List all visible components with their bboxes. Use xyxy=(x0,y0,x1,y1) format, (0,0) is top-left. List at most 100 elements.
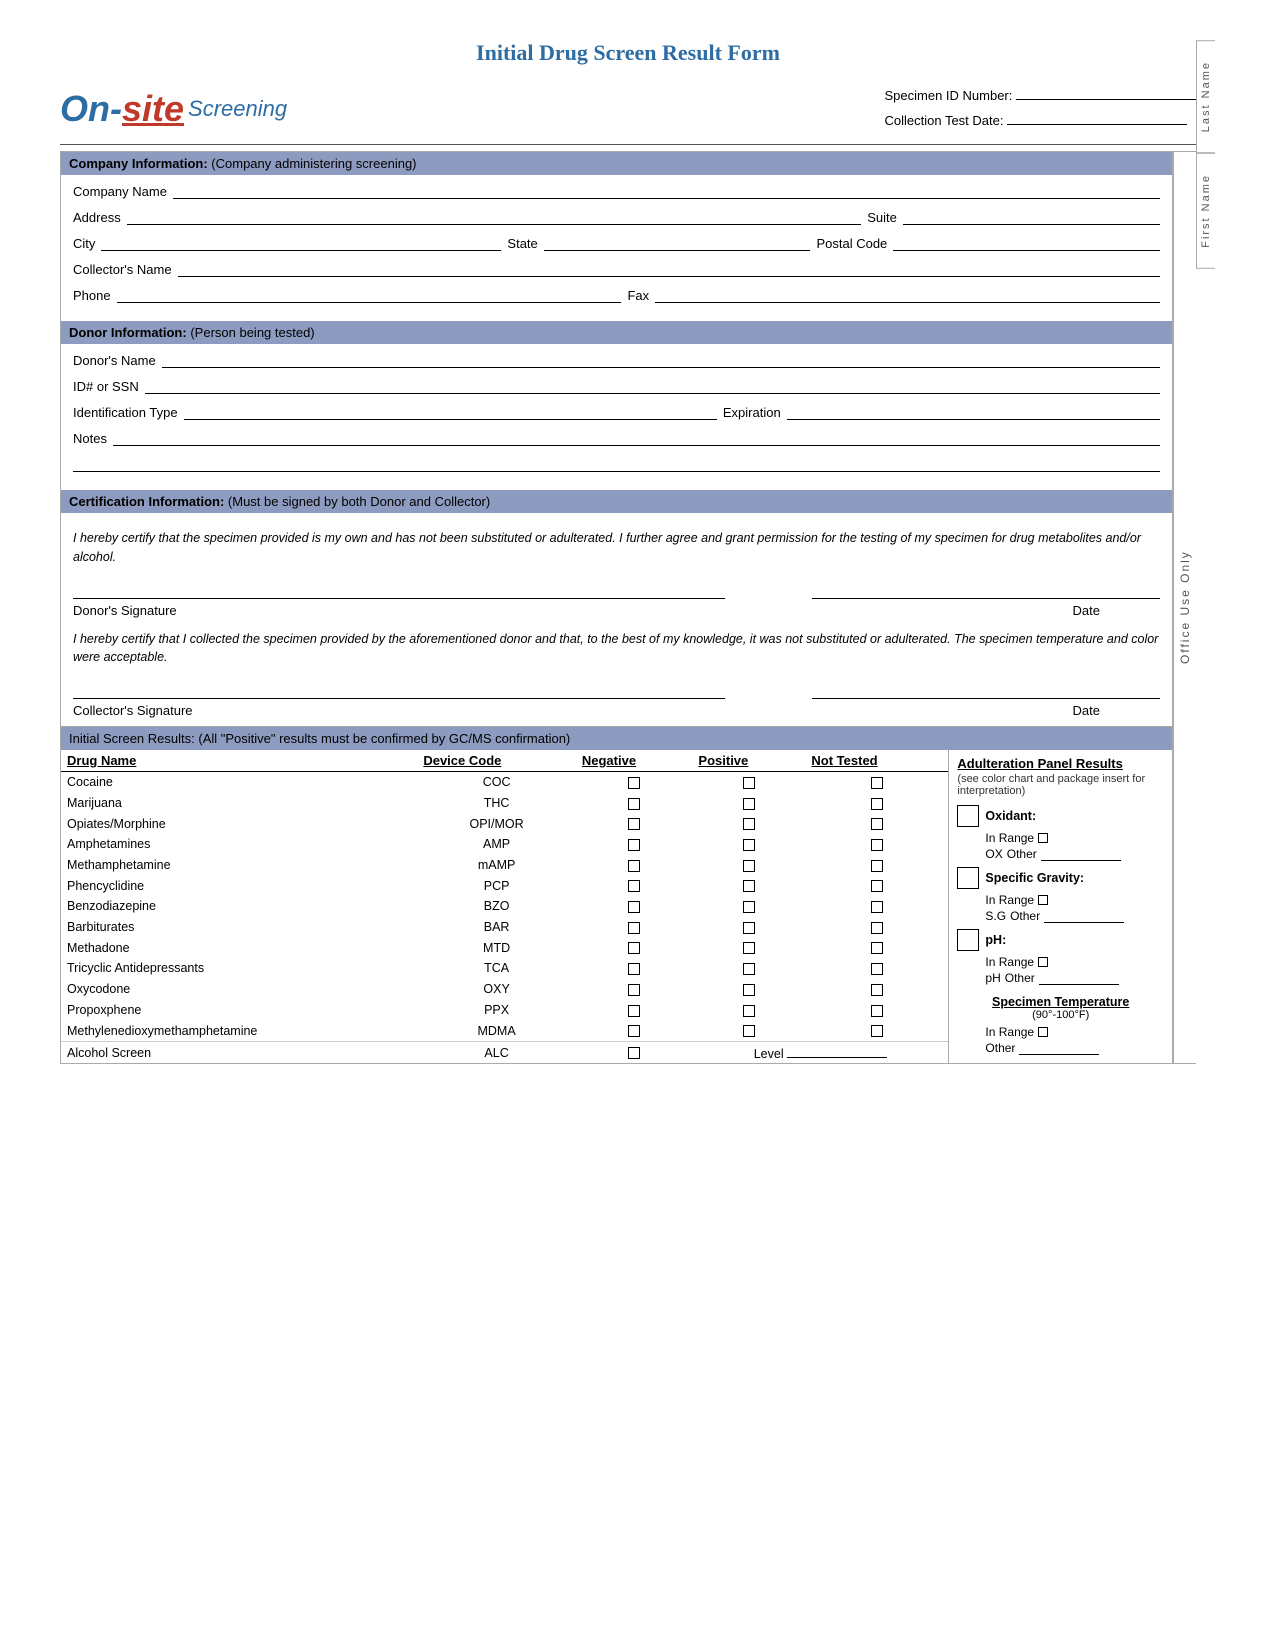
donors-name-row: Donor's Name xyxy=(73,352,1160,368)
negative-checkbox[interactable] xyxy=(576,958,693,979)
logo-site: site xyxy=(122,88,184,129)
not-tested-checkbox[interactable] xyxy=(805,917,948,938)
negative-checkbox[interactable] xyxy=(576,896,693,917)
not-tested-checkbox[interactable] xyxy=(805,937,948,958)
not-tested-checkbox[interactable] xyxy=(805,999,948,1020)
city-field[interactable] xyxy=(101,235,501,251)
negative-checkbox[interactable] xyxy=(576,813,693,834)
not-tested-checkbox[interactable] xyxy=(805,896,948,917)
spec-temp-other-field[interactable] xyxy=(1019,1041,1099,1055)
results-section: Initial Screen Results: (All "Positive" … xyxy=(61,726,1172,1063)
expiration-field[interactable] xyxy=(787,404,1160,420)
donors-name-label: Donor's Name xyxy=(73,353,156,368)
positive-checkbox[interactable] xyxy=(692,896,805,917)
drug-name: Barbiturates xyxy=(61,917,417,938)
ph-in-range-checkbox[interactable] xyxy=(1038,957,1048,967)
positive-checkbox[interactable] xyxy=(692,855,805,876)
negative-checkbox[interactable] xyxy=(576,1020,693,1041)
col-not-tested: Not Tested xyxy=(805,750,948,772)
drug-code: OXY xyxy=(417,979,576,1000)
not-tested-checkbox[interactable] xyxy=(805,813,948,834)
ph-other-field[interactable] xyxy=(1039,971,1119,985)
sg-in-range-checkbox[interactable] xyxy=(1038,895,1048,905)
fax-field[interactable] xyxy=(655,287,1160,303)
state-field[interactable] xyxy=(544,235,811,251)
sg-other-field[interactable] xyxy=(1044,909,1124,923)
positive-checkbox[interactable] xyxy=(692,875,805,896)
collection-date-field[interactable] xyxy=(1007,109,1187,125)
form-left: Company Information: (Company administer… xyxy=(60,151,1173,1064)
ph-other-row: pH Other xyxy=(985,971,1164,985)
oxidant-other-field[interactable] xyxy=(1041,847,1121,861)
table-row: Amphetamines AMP xyxy=(61,834,948,855)
not-tested-checkbox[interactable] xyxy=(805,958,948,979)
id-type-field[interactable] xyxy=(184,404,717,420)
not-tested-checkbox[interactable] xyxy=(805,793,948,814)
alcohol-checkbox[interactable] xyxy=(576,1042,693,1064)
main-layout: Company Information: (Company administer… xyxy=(60,151,1196,1064)
postal-code-field[interactable] xyxy=(893,235,1160,251)
logo-on: On xyxy=(60,88,110,129)
phone-field[interactable] xyxy=(117,287,622,303)
negative-checkbox[interactable] xyxy=(576,979,693,1000)
not-tested-checkbox[interactable] xyxy=(805,875,948,896)
company-name-field[interactable] xyxy=(173,183,1160,199)
spec-temp-in-range-label: In Range xyxy=(985,1025,1034,1039)
results-table: Drug Name Device Code Negative Positive … xyxy=(61,750,948,1063)
negative-checkbox[interactable] xyxy=(576,772,693,793)
negative-checkbox[interactable] xyxy=(576,855,693,876)
id-type-row: Identification Type Expiration xyxy=(73,404,1160,420)
negative-checkbox[interactable] xyxy=(576,937,693,958)
not-tested-checkbox[interactable] xyxy=(805,979,948,1000)
positive-checkbox[interactable] xyxy=(692,772,805,793)
donor-date-line[interactable] xyxy=(812,583,1160,599)
positive-checkbox[interactable] xyxy=(692,813,805,834)
donors-name-field[interactable] xyxy=(162,352,1160,368)
positive-checkbox[interactable] xyxy=(692,917,805,938)
drug-code: BAR xyxy=(417,917,576,938)
drug-code: mAMP xyxy=(417,855,576,876)
sg-other-label: Other xyxy=(1010,909,1040,923)
not-tested-checkbox[interactable] xyxy=(805,1020,948,1041)
negative-checkbox[interactable] xyxy=(576,875,693,896)
oxidant-in-range-checkbox[interactable] xyxy=(1038,833,1048,843)
positive-checkbox[interactable] xyxy=(692,958,805,979)
ph-in-range: In Range xyxy=(985,955,1164,969)
positive-checkbox[interactable] xyxy=(692,834,805,855)
table-row: Oxycodone OXY xyxy=(61,979,948,1000)
negative-checkbox[interactable] xyxy=(576,834,693,855)
col-positive: Positive xyxy=(692,750,805,772)
spec-temp-in-range-checkbox[interactable] xyxy=(1038,1027,1048,1037)
positive-checkbox[interactable] xyxy=(692,793,805,814)
col-device-code: Device Code xyxy=(417,750,576,772)
positive-checkbox[interactable] xyxy=(692,979,805,1000)
notes-field[interactable] xyxy=(113,430,1160,446)
sg-other-row: S.G Other xyxy=(985,909,1164,923)
negative-checkbox[interactable] xyxy=(576,999,693,1020)
collector-sig-line[interactable] xyxy=(73,683,725,699)
not-tested-checkbox[interactable] xyxy=(805,834,948,855)
collector-date-line[interactable] xyxy=(812,683,1160,699)
drug-name: Marijuana xyxy=(61,793,417,814)
drug-name: Tricyclic Antidepressants xyxy=(61,958,417,979)
negative-checkbox[interactable] xyxy=(576,917,693,938)
notes-field2[interactable] xyxy=(73,456,1160,472)
positive-checkbox[interactable] xyxy=(692,937,805,958)
positive-checkbox[interactable] xyxy=(692,1020,805,1041)
not-tested-checkbox[interactable] xyxy=(805,855,948,876)
specimen-id-field[interactable] xyxy=(1016,84,1196,100)
adulteration-panel-note: (see color chart and package insert for … xyxy=(957,773,1164,797)
donor-sig-line[interactable] xyxy=(73,583,725,599)
address-field[interactable] xyxy=(127,209,862,225)
positive-checkbox[interactable] xyxy=(692,999,805,1020)
table-row: Tricyclic Antidepressants TCA xyxy=(61,958,948,979)
negative-checkbox[interactable] xyxy=(576,793,693,814)
id-ssn-field[interactable] xyxy=(145,378,1160,394)
not-tested-checkbox[interactable] xyxy=(805,772,948,793)
collectors-name-label: Collector's Name xyxy=(73,262,172,277)
collectors-name-field[interactable] xyxy=(178,261,1160,277)
specific-gravity-item: Specific Gravity: xyxy=(957,867,1164,889)
alcohol-level-field[interactable] xyxy=(787,1044,887,1058)
suite-field[interactable] xyxy=(903,209,1160,225)
ph-box xyxy=(957,929,979,951)
